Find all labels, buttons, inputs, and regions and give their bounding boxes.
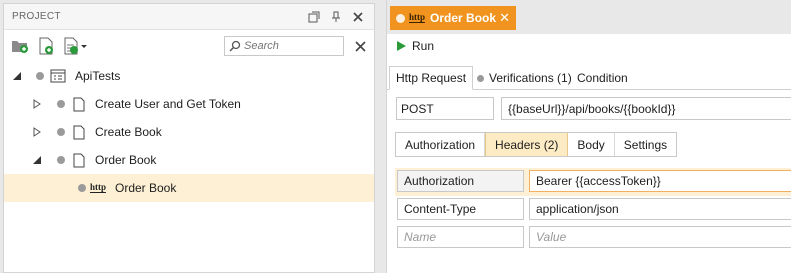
project-toolbar — [4, 30, 374, 62]
collapse-arrow-icon[interactable] — [32, 155, 42, 165]
tree-item-label: Order Book — [115, 181, 177, 195]
tree-item-label: Order Book — [95, 153, 157, 167]
header-value-field[interactable]: application/json — [529, 198, 791, 220]
panel-splitter[interactable] — [377, 0, 386, 273]
close-tab-icon[interactable]: ✕ — [499, 10, 510, 26]
header-name-field[interactable]: Content-Type — [397, 198, 524, 220]
run-button[interactable]: Run — [397, 39, 434, 53]
project-icon — [50, 68, 66, 84]
run-label: Run — [412, 39, 435, 53]
headers-grid: Authorization Bearer {{accessToken}} Con… — [395, 168, 791, 252]
tree-item-create-book[interactable]: Create Book — [4, 118, 374, 146]
project-panel: PROJECT Search ApiTests Create User and … — [3, 3, 375, 273]
tab-settings[interactable]: Settings — [615, 133, 676, 156]
tree-item-label: Create Book — [95, 125, 162, 139]
expand-arrow-icon[interactable] — [32, 127, 42, 137]
document-tab-strip: http Order Book ✕ — [387, 0, 791, 34]
play-icon — [397, 41, 406, 51]
new-header-row[interactable]: Name Value — [395, 224, 791, 252]
tree-item-label: Create User and Get Token — [95, 97, 241, 111]
search-box[interactable] — [224, 36, 344, 56]
project-tree: ApiTests Create User and Get Token Creat… — [4, 62, 374, 202]
header-name-field[interactable]: Authorization — [397, 170, 524, 192]
url-field[interactable]: {{baseUrl}}/api/books/{{bookId}} — [501, 97, 791, 120]
tab-label: Condition — [577, 71, 628, 85]
status-dot — [477, 74, 484, 82]
new-request-icon[interactable] — [36, 36, 56, 56]
folder-document-icon — [71, 124, 87, 140]
status-dot — [57, 128, 65, 136]
maximize-icon[interactable] — [306, 9, 322, 25]
http-request-icon: http — [90, 182, 107, 193]
tab-headers[interactable]: Headers (2) — [485, 133, 569, 156]
tree-item-apitests[interactable]: ApiTests — [4, 62, 374, 90]
status-dot — [78, 184, 86, 192]
clear-search-icon[interactable] — [352, 38, 368, 54]
folder-document-icon — [71, 96, 87, 112]
collapse-arrow-icon[interactable] — [12, 71, 22, 81]
search-input[interactable] — [244, 40, 339, 52]
tab-status-dot — [396, 13, 405, 23]
import-dropdown-icon[interactable] — [62, 36, 90, 56]
tab-label: Http Request — [396, 71, 467, 85]
panel-title: PROJECT — [12, 11, 61, 22]
tree-item-order-book-folder[interactable]: Order Book — [4, 146, 374, 174]
status-dot — [36, 72, 44, 80]
tab-authorization[interactable]: Authorization — [396, 133, 486, 156]
tab-label: Verifications (1) — [489, 71, 572, 85]
search-icon — [229, 40, 241, 52]
request-tabs: Authorization Headers (2) Body Settings — [395, 132, 678, 157]
document-tab[interactable]: http Order Book ✕ — [390, 6, 516, 30]
new-header-name-field[interactable]: Name — [397, 226, 524, 248]
tree-item-order-book-request[interactable]: http Order Book — [4, 174, 374, 202]
new-header-value-field[interactable]: Value — [529, 226, 791, 248]
http-request-icon: http — [409, 12, 426, 23]
expand-arrow-icon[interactable] — [32, 99, 42, 109]
header-value-field[interactable]: Bearer {{accessToken}} — [529, 170, 791, 192]
project-panel-header: PROJECT — [4, 4, 374, 30]
editor-sub-tabs: Http Request Verifications (1) Condition — [387, 64, 791, 90]
http-method-field[interactable]: POST — [396, 97, 494, 120]
tree-item-create-user[interactable]: Create User and Get Token — [4, 90, 374, 118]
tree-item-label: ApiTests — [75, 69, 121, 83]
close-panel-icon[interactable] — [350, 9, 366, 25]
request-editor: http Order Book ✕ Run Http Request Verif… — [386, 0, 791, 273]
folder-document-icon — [71, 152, 87, 168]
run-bar: Run — [387, 34, 791, 58]
tab-body[interactable]: Body — [568, 133, 615, 156]
tab-condition[interactable]: Condition — [571, 66, 634, 90]
header-row[interactable]: Authorization Bearer {{accessToken}} — [395, 168, 791, 196]
tab-http-request[interactable]: Http Request — [389, 66, 474, 90]
document-tab-label: Order Book — [430, 11, 497, 25]
new-folder-icon[interactable] — [10, 36, 30, 56]
status-dot — [57, 156, 65, 164]
header-row[interactable]: Content-Type application/json — [395, 196, 791, 224]
status-dot — [57, 100, 65, 108]
pin-icon[interactable] — [328, 9, 344, 25]
tab-verifications[interactable]: Verifications (1) — [471, 66, 578, 90]
